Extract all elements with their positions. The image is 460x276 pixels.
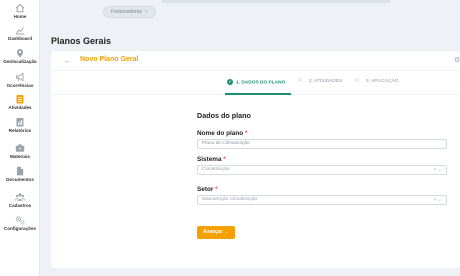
home-icon	[15, 3, 25, 13]
step-atividades[interactable]: 2. ATIVIDADES	[309, 79, 342, 84]
sidebar-item-materiais[interactable]: Materiais	[0, 143, 40, 159]
sidebar-item-label: Ocorrências	[6, 83, 34, 88]
location-pin-icon	[17, 49, 23, 58]
gears-icon	[15, 216, 25, 225]
sidebar-item-geolocalizacao[interactable]: Geolocalização	[0, 48, 40, 64]
sidebar-item-label: Materiais	[10, 154, 30, 159]
field-setor: Setor * Manutenção Climatização × ⌄	[197, 186, 447, 205]
system-select-value: Climatização	[202, 167, 230, 172]
select-clear-dropdown-icon[interactable]: × ⌄	[434, 196, 443, 204]
settings-icon[interactable]: ⚙	[454, 57, 460, 65]
plan-card: ← Novo Plano Geral ⚙ ✓ 1. DADOS DO PLANO …	[51, 51, 460, 268]
sector-select[interactable]: Manutenção Climatização × ⌄	[197, 195, 447, 205]
back-arrow-icon[interactable]: ←	[63, 56, 72, 65]
card-title: Novo Plano Geral	[80, 56, 139, 63]
sidebar-item-relatorios[interactable]: Relatórios	[0, 117, 40, 133]
select-clear-dropdown-icon[interactable]: × ⌄	[434, 166, 443, 174]
field-label: Sistema *	[197, 156, 226, 163]
form-heading: Dados do plano	[197, 111, 251, 120]
top-bar: Fornecedores ×	[40, 0, 460, 24]
field-nome-do-plano: Nome do plano * Plano de Climatização	[197, 130, 447, 149]
sidebar-item-documentos[interactable]: Documentos	[0, 166, 40, 182]
sidebar-item-label: Documentos	[6, 177, 34, 182]
chevron-right-icon: >	[355, 78, 359, 84]
step-aplicacao[interactable]: 3. APLICAÇÃO	[366, 79, 399, 84]
sidebar-item-label: Configurações	[3, 226, 37, 231]
sidebar-item-ocorrencias[interactable]: Ocorrências	[0, 72, 40, 88]
field-label: Setor *	[197, 186, 218, 193]
sidebar-item-label: Dashboard	[8, 36, 32, 41]
sector-select-value: Manutenção Climatização	[202, 197, 258, 202]
system-select[interactable]: Climatização × ⌄	[197, 165, 447, 175]
users-icon	[15, 193, 25, 201]
filter-chip-label: Fornecedores	[111, 9, 142, 15]
chevron-right-icon: >	[298, 78, 302, 84]
sidebar-item-label: Relatórios	[8, 128, 32, 133]
plan-form: Dados do plano Nome do plano * Plano de …	[197, 111, 447, 239]
sidebar-item-configuracoes[interactable]: Configurações	[0, 215, 40, 231]
megaphone-icon	[16, 72, 24, 82]
sidebar-item-cadastros[interactable]: Cadastros	[0, 192, 40, 208]
top-bar-shadow	[161, 0, 391, 3]
sidebar-item-label: Cadastros	[8, 203, 32, 208]
active-step-indicator	[225, 93, 291, 95]
step-label: 1. DADOS DO PLANO	[236, 80, 286, 86]
filter-chip[interactable]: Fornecedores ×	[103, 6, 156, 18]
sidebar-item-atividades[interactable]: Atividades	[0, 94, 40, 110]
sidebar-item-dashboard[interactable]: Dashboard	[0, 25, 40, 41]
step-label: 3. APLICAÇÃO	[366, 79, 399, 84]
sidebar-item-label: Atividades	[8, 105, 32, 110]
card-header: ← Novo Plano Geral ⚙	[51, 51, 460, 71]
sidebar: Home Dashboard Geolocalização Ocorrência…	[0, 0, 40, 276]
step-dados-do-plano[interactable]: ✓ 1. DADOS DO PLANO	[227, 79, 285, 85]
tools-icon	[15, 144, 25, 152]
report-icon	[16, 118, 24, 127]
field-label: Nome do plano *	[197, 130, 248, 137]
step-label: 2. ATIVIDADES	[309, 79, 343, 84]
sidebar-item-home[interactable]: Home	[0, 3, 40, 19]
check-icon: ✓	[227, 79, 233, 85]
field-sistema: Sistema * Climatização × ⌄	[197, 156, 447, 175]
stepper: ✓ 1. DADOS DO PLANO > 2. ATIVIDADES > 3. …	[51, 71, 460, 95]
plan-name-input[interactable]: Plano de Climatização	[197, 139, 447, 149]
next-button[interactable]: Avançar →	[197, 226, 235, 239]
clipboard-icon	[16, 95, 24, 104]
dashboard-icon	[16, 27, 24, 35]
close-icon[interactable]: ×	[145, 9, 148, 15]
sidebar-item-label: Home	[13, 14, 27, 19]
page-title: Planos Gerais	[51, 36, 112, 46]
sidebar-item-label: Geolocalização	[3, 59, 37, 64]
document-icon	[17, 166, 24, 176]
